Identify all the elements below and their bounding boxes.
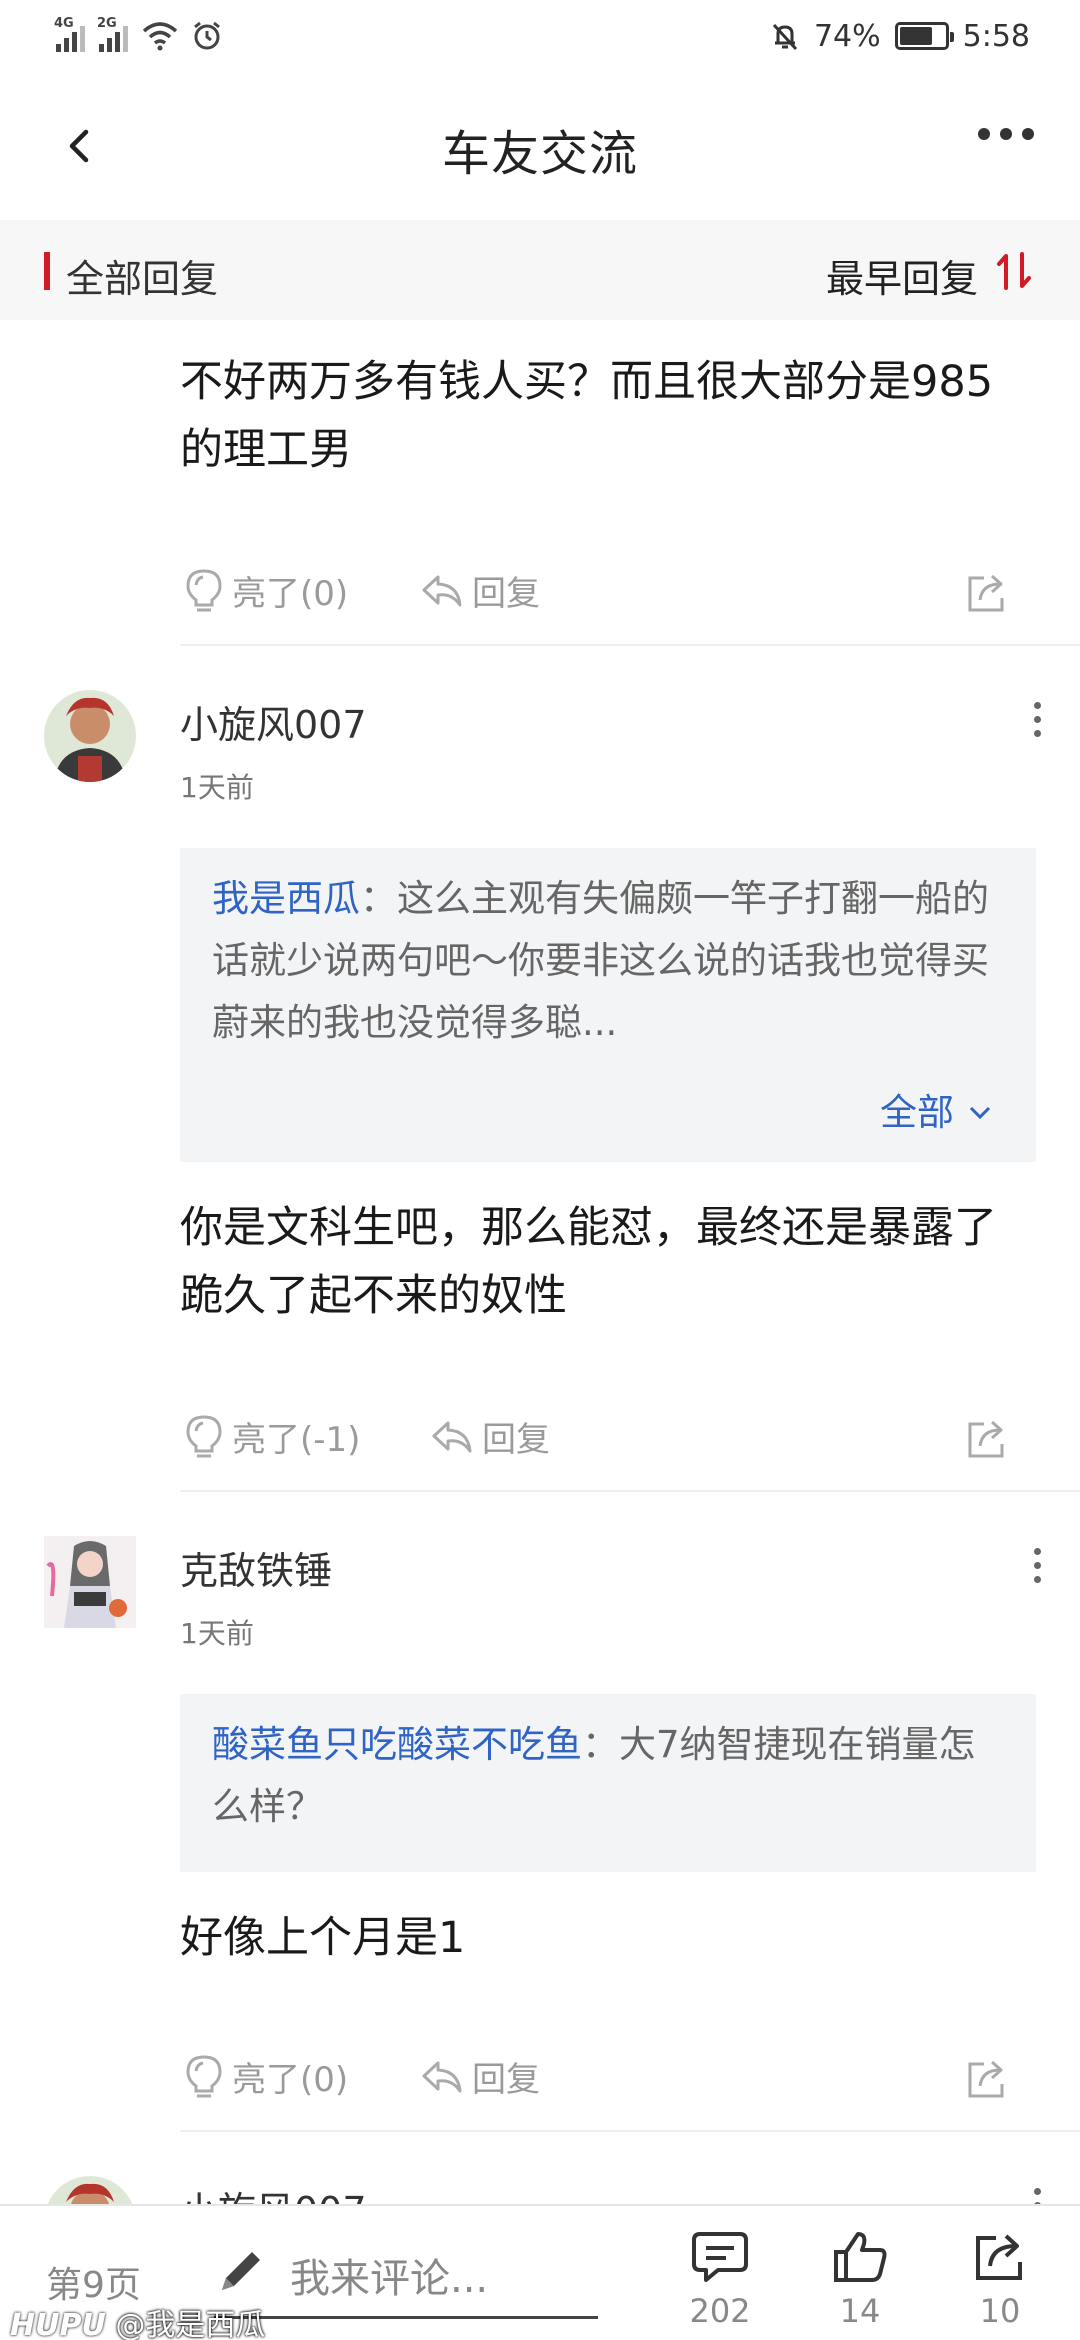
comment-time: 1天前 bbox=[180, 771, 254, 804]
sort-icon[interactable] bbox=[994, 250, 1034, 292]
light-label: 亮了(0) bbox=[232, 2060, 349, 2100]
status-bar: 4G 2G 74% 5:58 bbox=[0, 0, 1080, 72]
comment-actions: 亮了(-1) 回复 bbox=[180, 1412, 1040, 1472]
share-count: 10 bbox=[979, 2292, 1021, 2330]
status-left: 4G 2G bbox=[54, 16, 222, 56]
share-button[interactable]: 10 bbox=[960, 2228, 1040, 2330]
reply-label: 回复 bbox=[472, 574, 540, 614]
share-icon bbox=[976, 2234, 1022, 2280]
share-icon[interactable] bbox=[964, 570, 1010, 616]
status-right: 74% 5:58 bbox=[770, 16, 1030, 56]
comment-text: 好像上个月是1 bbox=[180, 1913, 466, 1963]
share-icon[interactable] bbox=[964, 2056, 1010, 2102]
like-button[interactable]: 14 bbox=[820, 2228, 900, 2330]
sort-order-button[interactable]: 最早回复 bbox=[826, 248, 978, 303]
quoted-username[interactable]: 我是西瓜 bbox=[212, 877, 360, 920]
light-button[interactable]: 亮了(-1) bbox=[184, 1412, 360, 1461]
reply-button[interactable]: 回复 bbox=[420, 566, 540, 615]
kebab-icon[interactable] bbox=[1034, 702, 1044, 737]
quoted-username[interactable]: 酸菜鱼只吃酸菜不吃鱼 bbox=[212, 1723, 582, 1766]
reply-icon bbox=[432, 1421, 472, 1452]
pencil-icon[interactable] bbox=[214, 2244, 268, 2298]
battery-percent: 74% bbox=[813, 18, 881, 54]
avatar[interactable] bbox=[44, 690, 136, 782]
quoted-reply[interactable]: 酸菜鱼只吃酸菜不吃鱼：大7纳智捷现在销量怎么样？ bbox=[180, 1694, 1036, 1872]
reply-button[interactable]: 回复 bbox=[430, 1412, 550, 1461]
wifi-icon bbox=[142, 22, 178, 51]
watermark: HUPU @我是西瓜 bbox=[10, 2300, 265, 2340]
quoted-reply[interactable]: 我是西瓜：这么主观有失偏颇一竿子打翻一船的话就少说两句吧～你要非这么说的话我也觉… bbox=[180, 848, 1036, 1162]
reply-button[interactable]: 回复 bbox=[420, 2052, 540, 2101]
reply-icon bbox=[422, 575, 462, 606]
more-icon[interactable] bbox=[978, 128, 1034, 140]
comment-input[interactable]: 我来评论... bbox=[290, 2246, 488, 2304]
light-button[interactable]: 亮了(0) bbox=[184, 566, 348, 615]
comment-icon bbox=[692, 2232, 748, 2282]
network-type-1: 4G bbox=[54, 16, 74, 31]
signal-icon-2: 2G bbox=[97, 16, 128, 52]
share-icon[interactable] bbox=[964, 1416, 1010, 1462]
username[interactable]: 小旋风007 bbox=[180, 694, 367, 749]
comment-actions: 亮了(0) 回复 bbox=[180, 2052, 1040, 2112]
mute-bell-icon bbox=[772, 23, 798, 51]
thumbs-up-icon bbox=[834, 2232, 887, 2282]
comment-time: 1天前 bbox=[180, 1617, 254, 1650]
network-type-2: 2G bbox=[97, 16, 117, 31]
light-label: 亮了(0) bbox=[232, 574, 349, 614]
bulb-icon bbox=[186, 568, 222, 611]
all-replies-label: 全部回复 bbox=[66, 257, 219, 301]
kebab-icon[interactable] bbox=[1034, 1548, 1044, 1583]
header: 车友交流 bbox=[0, 72, 1080, 220]
comment-actions: 亮了(0) 回复 bbox=[180, 566, 1040, 626]
sort-bar: 全部回复 最早回复 bbox=[0, 220, 1080, 320]
comments-button[interactable]: 202 bbox=[680, 2228, 760, 2330]
expand-all-label: 全部 bbox=[880, 1091, 954, 1134]
comment-text: 你是文科生吧，那么能怼，最终还是暴露了跪久了起不来的奴性 bbox=[180, 1203, 997, 1321]
watermark-user: @我是西瓜 bbox=[115, 2308, 266, 2340]
light-label: 亮了(-1) bbox=[232, 1420, 361, 1460]
signal-icon: 4G bbox=[54, 16, 85, 52]
divider bbox=[180, 644, 1080, 646]
expand-all-button[interactable]: 全部 bbox=[880, 1082, 992, 1144]
reply-label: 回复 bbox=[472, 2060, 540, 2100]
like-count: 14 bbox=[839, 2292, 881, 2330]
comment-count: 202 bbox=[689, 2292, 751, 2330]
watermark-brand: HUPU bbox=[10, 2308, 106, 2340]
reply-icon bbox=[422, 2061, 462, 2092]
page-title: 车友交流 bbox=[441, 126, 638, 182]
section-marker bbox=[44, 252, 50, 290]
input-underline bbox=[214, 2316, 598, 2319]
bulb-icon bbox=[186, 1414, 222, 1457]
avatar[interactable] bbox=[44, 1536, 136, 1628]
comment-text: 不好两万多有钱人买？而且很大部分是985的理工男 bbox=[180, 357, 994, 475]
alarm-icon bbox=[194, 21, 220, 50]
username[interactable]: 克敌铁锤 bbox=[180, 1540, 332, 1595]
divider bbox=[180, 2130, 1080, 2132]
clock-time: 5:58 bbox=[962, 18, 1030, 54]
divider bbox=[180, 1490, 1080, 1492]
battery-icon bbox=[894, 22, 954, 50]
reply-label: 回复 bbox=[482, 1420, 550, 1460]
chevron-down-icon bbox=[969, 1106, 991, 1120]
light-button[interactable]: 亮了(0) bbox=[184, 2052, 348, 2101]
bulb-icon bbox=[186, 2054, 222, 2097]
